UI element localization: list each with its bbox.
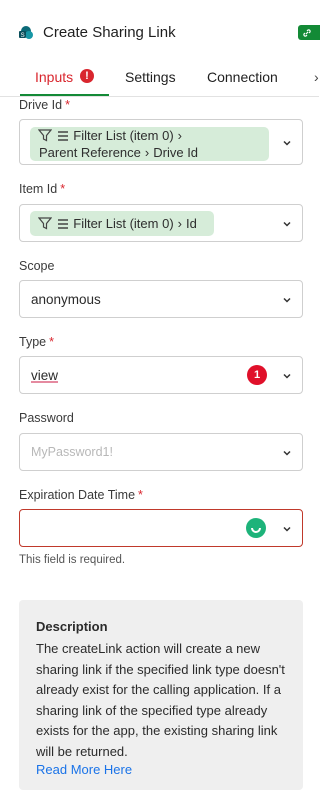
type-select[interactable]: view 1	[19, 356, 303, 394]
item-id-label: Item Id *	[19, 182, 66, 196]
password-field[interactable]: MyPassword1!	[19, 433, 303, 471]
field-error-message: This field is required.	[19, 554, 126, 566]
chevron-down-icon[interactable]	[282, 524, 292, 534]
filter-icon	[38, 129, 52, 142]
error-icon: !	[80, 69, 94, 83]
chevron-right-icon[interactable]: ›	[314, 69, 319, 85]
scope-select[interactable]: anonymous	[19, 280, 303, 318]
tab-inputs[interactable]: Inputs	[35, 69, 73, 85]
notification-badge[interactable]: 1	[247, 365, 267, 385]
sharepoint-app-icon: S	[18, 25, 34, 41]
scope-label: Scope	[19, 259, 55, 273]
link-icon	[303, 29, 311, 37]
password-placeholder: MyPassword1!	[31, 445, 113, 459]
list-icon	[57, 131, 68, 141]
expiration-label: Expiration Date Time *	[19, 488, 143, 502]
chevron-down-icon[interactable]	[282, 371, 292, 381]
drive-id-label: Drive Id *	[19, 98, 70, 112]
link-badge[interactable]	[298, 25, 320, 40]
type-value: view	[31, 368, 59, 383]
chevron-down-icon[interactable]	[282, 219, 292, 229]
drive-id-token[interactable]: Filter List (item 0) › Parent Reference › D…	[30, 127, 269, 161]
chevron-down-icon[interactable]	[282, 138, 292, 148]
filter-icon	[38, 217, 52, 230]
page-title: Create Sharing Link	[43, 24, 176, 41]
item-id-field[interactable]: Filter List (item 0) › Id	[19, 204, 303, 242]
scope-value: anonymous	[31, 292, 101, 307]
tab-divider	[0, 96, 319, 97]
password-label: Password	[19, 411, 74, 425]
tab-settings[interactable]: Settings	[125, 69, 176, 85]
loading-icon	[246, 518, 266, 538]
chevron-down-icon[interactable]	[282, 448, 292, 458]
drive-id-field[interactable]: Filter List (item 0) › Parent Reference › D…	[19, 119, 303, 165]
list-icon	[57, 219, 68, 229]
type-label: Type *	[19, 335, 54, 349]
description-title: Description	[36, 619, 108, 634]
chevron-down-icon[interactable]	[282, 295, 292, 305]
svg-text:S: S	[21, 33, 25, 39]
description-body: The createLink action will create a new …	[36, 641, 285, 759]
tab-connection[interactable]: Connection	[207, 69, 278, 85]
item-id-token[interactable]: Filter List (item 0) › Id	[30, 211, 214, 236]
description-card: Description The createLink action will c…	[19, 600, 303, 790]
expiration-date-field[interactable]	[19, 509, 303, 547]
